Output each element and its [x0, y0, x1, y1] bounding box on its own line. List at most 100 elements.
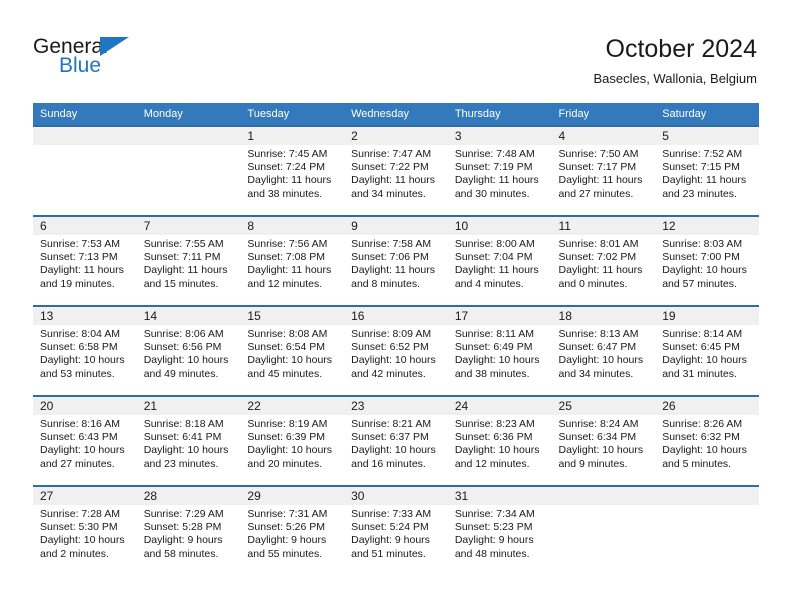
day-details: Sunrise: 7:55 AM Sunset: 7:11 PM Daylight:… — [137, 235, 241, 291]
day-number: 1 — [240, 127, 345, 145]
daylight-text: Daylight: 10 hours and 9 minutes. — [558, 444, 644, 470]
day-number: 24 — [447, 397, 552, 415]
calendar-day-cell[interactable]: 11 Sunrise: 8:01 AM Sunset: 7:02 PM Dayligh… — [551, 215, 656, 306]
general-blue-logo: General Blue — [33, 36, 203, 82]
day-number: 26 — [655, 397, 759, 415]
sunrise-text: Sunrise: 8:21 AM — [351, 418, 432, 430]
calendar-day-cell[interactable]: 28 Sunrise: 7:29 AM Sunset: 5:28 PM Dayligh… — [136, 485, 241, 575]
sunrise-text: Sunrise: 8:04 AM — [40, 328, 120, 340]
weekday-header-wednesday: Wednesday — [344, 103, 448, 126]
sunset-text: Sunset: 6:58 PM — [40, 341, 118, 354]
calendar-day-cell[interactable]: 4 Sunrise: 7:50 AM Sunset: 7:17 PM Daylight… — [551, 125, 656, 216]
calendar-day-cell[interactable]: 17 Sunrise: 8:11 AM Sunset: 6:49 PM Dayligh… — [447, 305, 552, 396]
calendar-day-cell[interactable]: 25 Sunrise: 8:24 AM Sunset: 6:34 PM Dayligh… — [551, 395, 656, 486]
sunset-text: Sunset: 5:23 PM — [454, 521, 533, 534]
day-number: 11 — [551, 217, 656, 235]
calendar-day-cell[interactable]: 2 Sunrise: 7:47 AM Sunset: 7:22 PM Daylight… — [344, 125, 448, 216]
calendar-day-cell[interactable]: 30 Sunrise: 7:33 AM Sunset: 5:24 PM Dayligh… — [344, 485, 448, 575]
day-details: Sunrise: 7:58 AM Sunset: 7:06 PM Daylight:… — [344, 235, 448, 291]
calendar-day-cell[interactable]: 21 Sunrise: 8:18 AM Sunset: 6:41 PM Dayligh… — [136, 395, 241, 486]
daylight-text: Daylight: 10 hours and 38 minutes. — [454, 354, 540, 380]
day-details — [655, 505, 759, 508]
calendar-day-cell[interactable]: 6 Sunrise: 7:53 AM Sunset: 7:13 PM Daylight… — [33, 215, 137, 306]
daylight-text: Daylight: 10 hours and 16 minutes. — [351, 444, 436, 470]
day-details — [552, 505, 656, 508]
calendar-day-cell[interactable]: 10 Sunrise: 8:00 AM Sunset: 7:04 PM Dayligh… — [447, 215, 552, 306]
sunset-text: Sunset: 7:22 PM — [351, 161, 429, 174]
calendar-day-cell[interactable]: 31 Sunrise: 7:34 AM Sunset: 5:23 PM Dayligh… — [447, 485, 552, 575]
calendar-day-cell[interactable]: 1 Sunrise: 7:45 AM Sunset: 7:24 PM Daylight… — [240, 125, 345, 216]
calendar-day-cell[interactable]: 3 Sunrise: 7:48 AM Sunset: 7:19 PM Daylight… — [447, 125, 552, 216]
day-number: 20 — [33, 397, 137, 415]
sunset-text: Sunset: 6:47 PM — [558, 341, 637, 354]
day-details: Sunrise: 7:29 AM Sunset: 5:28 PM Daylight:… — [137, 505, 241, 561]
day-number: 3 — [447, 127, 552, 145]
day-details: Sunrise: 7:48 AM Sunset: 7:19 PM Daylight:… — [448, 145, 552, 201]
calendar-day-cell[interactable]: 27 Sunrise: 7:28 AM Sunset: 5:30 PM Dayligh… — [33, 485, 137, 575]
daylight-text: Daylight: 10 hours and 53 minutes. — [40, 354, 125, 380]
calendar-day-cell[interactable]: 20 Sunrise: 8:16 AM Sunset: 6:43 PM Dayligh… — [33, 395, 137, 486]
logo-text-blue: Blue — [59, 54, 102, 77]
sunrise-text: Sunrise: 8:01 AM — [558, 238, 639, 250]
calendar-day-cell[interactable]: 19 Sunrise: 8:14 AM Sunset: 6:45 PM Dayligh… — [655, 305, 759, 396]
sunrise-text: Sunrise: 8:24 AM — [558, 418, 639, 430]
day-number: 12 — [655, 217, 759, 235]
day-number: 2 — [344, 127, 448, 145]
calendar-day-cell[interactable]: 15 Sunrise: 8:08 AM Sunset: 6:54 PM Dayligh… — [240, 305, 345, 396]
calendar-day-cell[interactable]: 23 Sunrise: 8:21 AM Sunset: 6:37 PM Dayligh… — [344, 395, 448, 486]
sunrise-text: Sunrise: 7:28 AM — [40, 508, 120, 520]
day-number: 14 — [136, 307, 241, 325]
sunrise-text: Sunrise: 7:56 AM — [247, 238, 328, 250]
calendar-day-cell[interactable]: 24 Sunrise: 8:23 AM Sunset: 6:36 PM Dayligh… — [447, 395, 552, 486]
day-number — [33, 127, 137, 145]
weekday-header-sunday: Sunday — [33, 103, 137, 126]
day-number: 22 — [240, 397, 345, 415]
calendar-page: General Blue October 2024 Basecles, Wall… — [0, 0, 792, 612]
day-details: Sunrise: 8:09 AM Sunset: 6:52 PM Daylight:… — [344, 325, 448, 381]
day-details: Sunrise: 7:31 AM Sunset: 5:26 PM Daylight:… — [240, 505, 344, 561]
calendar-day-cell[interactable]: 18 Sunrise: 8:13 AM Sunset: 6:47 PM Dayligh… — [551, 305, 656, 396]
calendar-day-cell[interactable]: 5 Sunrise: 7:52 AM Sunset: 7:15 PM Daylight… — [655, 125, 759, 216]
calendar-day-cell[interactable]: 7 Sunrise: 7:55 AM Sunset: 7:11 PM Daylight… — [136, 215, 241, 306]
daylight-text: Daylight: 11 hours and 12 minutes. — [247, 264, 332, 290]
location-subtitle: Basecles, Wallonia, Belgium — [593, 71, 757, 86]
weekday-header-tuesday: Tuesday — [240, 103, 345, 126]
calendar-day-cell[interactable]: 9 Sunrise: 7:58 AM Sunset: 7:06 PM Daylight… — [344, 215, 448, 306]
calendar-day-cell[interactable]: 14 Sunrise: 8:06 AM Sunset: 6:56 PM Dayligh… — [136, 305, 241, 396]
sunset-text: Sunset: 6:56 PM — [143, 341, 222, 354]
sunrise-text: Sunrise: 8:18 AM — [143, 418, 224, 430]
daylight-text: Daylight: 10 hours and 49 minutes. — [143, 354, 229, 380]
day-details: Sunrise: 7:34 AM Sunset: 5:23 PM Daylight:… — [448, 505, 552, 561]
day-details: Sunrise: 7:53 AM Sunset: 7:13 PM Daylight:… — [33, 235, 137, 291]
daylight-text: Daylight: 11 hours and 34 minutes. — [351, 174, 435, 200]
calendar-day-cell[interactable]: 26 Sunrise: 8:26 AM Sunset: 6:32 PM Dayligh… — [655, 395, 759, 486]
sunrise-text: Sunrise: 7:33 AM — [351, 508, 432, 520]
sunset-text: Sunset: 7:11 PM — [143, 251, 221, 264]
sunset-text: Sunset: 7:04 PM — [454, 251, 533, 264]
calendar-day-cell[interactable]: 29 Sunrise: 7:31 AM Sunset: 5:26 PM Dayligh… — [240, 485, 345, 575]
daylight-text: Daylight: 11 hours and 15 minutes. — [143, 264, 228, 290]
calendar-day-cell-empty — [136, 125, 241, 216]
sunrise-text: Sunrise: 8:03 AM — [662, 238, 743, 250]
sunrise-text: Sunrise: 8:26 AM — [662, 418, 743, 430]
sunset-text: Sunset: 7:02 PM — [558, 251, 637, 264]
sunrise-text: Sunrise: 8:09 AM — [351, 328, 432, 340]
daylight-text: Daylight: 10 hours and 34 minutes. — [558, 354, 644, 380]
calendar-day-cell[interactable]: 8 Sunrise: 7:56 AM Sunset: 7:08 PM Daylight… — [240, 215, 345, 306]
calendar-day-cell[interactable]: 13 Sunrise: 8:04 AM Sunset: 6:58 PM Dayligh… — [33, 305, 137, 396]
calendar-day-cell-empty — [33, 125, 137, 216]
calendar-day-cell[interactable]: 16 Sunrise: 8:09 AM Sunset: 6:52 PM Dayligh… — [344, 305, 448, 396]
day-details: Sunrise: 7:50 AM Sunset: 7:17 PM Daylight:… — [552, 145, 656, 201]
calendar-day-cell[interactable]: 22 Sunrise: 8:19 AM Sunset: 6:39 PM Dayligh… — [240, 395, 345, 486]
day-number: 5 — [655, 127, 759, 145]
sunrise-text: Sunrise: 7:58 AM — [351, 238, 432, 250]
daylight-text: Daylight: 9 hours and 51 minutes. — [351, 534, 430, 560]
day-details: Sunrise: 7:52 AM Sunset: 7:15 PM Daylight:… — [655, 145, 759, 201]
sunset-text: Sunset: 6:49 PM — [454, 341, 533, 354]
day-number: 17 — [447, 307, 552, 325]
calendar-day-cell[interactable]: 12 Sunrise: 8:03 AM Sunset: 7:00 PM Dayligh… — [655, 215, 759, 306]
daylight-text: Daylight: 11 hours and 19 minutes. — [40, 264, 124, 290]
daylight-text: Daylight: 10 hours and 2 minutes. — [40, 534, 125, 560]
day-details: Sunrise: 8:19 AM Sunset: 6:39 PM Daylight:… — [240, 415, 344, 471]
sunrise-text: Sunrise: 7:48 AM — [454, 148, 535, 160]
